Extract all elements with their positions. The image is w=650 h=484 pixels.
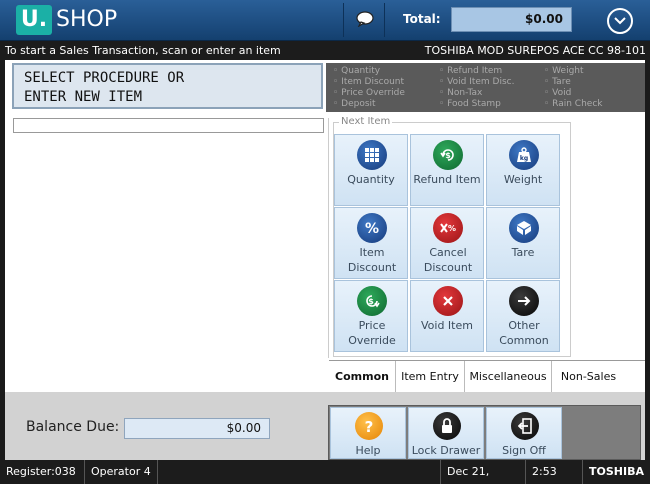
chat-button[interactable] <box>343 3 385 37</box>
logo-text: SHOP <box>56 7 118 32</box>
main-area: SELECT PROCEDURE OR ENTER NEW ITEM Quant… <box>5 60 645 392</box>
tab-miscellaneous[interactable]: Miscellaneous <box>464 361 551 392</box>
button-label: Cancel Discount <box>423 246 473 274</box>
button-label: Other Common <box>499 319 549 347</box>
menu-button[interactable] <box>607 8 633 34</box>
sign-off-icon <box>511 412 539 440</box>
button-label: Tare <box>511 246 535 259</box>
cancel-percent-icon: % <box>433 213 463 243</box>
button-label: Sign Off <box>502 444 546 457</box>
button-label: Item Discount <box>347 246 397 274</box>
refund-icon: $ <box>433 140 463 170</box>
shortcut-hints: Quantity Refund Item Weight Item Discoun… <box>326 63 645 112</box>
logo-mark: U. <box>16 5 52 35</box>
button-label: Refund Item <box>413 173 481 186</box>
button-label: Quantity <box>347 173 395 186</box>
brand-label: TOSHIBA <box>589 465 644 478</box>
lock-icon <box>433 412 461 440</box>
sign-off-button[interactable]: Sign Off <box>486 407 562 459</box>
chevron-down-icon <box>614 17 626 25</box>
total-label: Total: <box>403 12 441 26</box>
svg-text:$: $ <box>368 297 374 306</box>
action-buttons: ? Help Lock Drawer Sign Off <box>328 405 641 460</box>
svg-text:kg: kg <box>520 155 528 162</box>
svg-text:%: % <box>448 224 456 233</box>
arrow-right-icon <box>509 286 539 316</box>
quantity-button[interactable]: Quantity <box>334 134 408 206</box>
button-label: Lock Drawer <box>411 444 481 457</box>
item-discount-button[interactable]: % Item Discount <box>334 207 408 279</box>
register-number: Register:038 <box>0 460 85 484</box>
button-label: Help <box>355 444 381 457</box>
lock-drawer-button[interactable]: Lock Drawer <box>408 407 484 459</box>
hint-item: Rain Check <box>544 99 602 110</box>
next-item-label: Next Item <box>339 116 393 127</box>
question-icon: ? <box>355 412 383 440</box>
tab-non-sales[interactable]: Non-Sales <box>551 361 625 392</box>
price-override-button[interactable]: $ Price Override <box>334 280 408 352</box>
bottom-panel: Balance Due: $0.00 ? Help Lock Drawer Si… <box>5 392 645 460</box>
cancel-discount-button[interactable]: % Cancel Discount <box>410 207 484 279</box>
hint-item: Void <box>544 88 571 99</box>
tab-common[interactable]: Common <box>329 361 395 392</box>
button-label: Void Item <box>421 319 473 332</box>
prompt-line-1: SELECT PROCEDURE OR <box>24 70 185 86</box>
hint-item: Refund Item <box>439 66 502 77</box>
total-value: $0.00 <box>451 7 572 32</box>
hint-item: Void Item Disc. <box>439 77 514 88</box>
tab-item-entry[interactable]: Item Entry <box>395 361 464 392</box>
weight-button[interactable]: kg Weight <box>486 134 560 206</box>
tare-icon <box>509 213 539 243</box>
header-bar: U. SHOP Total: $0.00 <box>0 0 650 41</box>
other-common-button[interactable]: Other Common <box>486 280 560 352</box>
balance-due-value: $0.00 <box>124 418 270 439</box>
button-label: Weight <box>503 173 543 186</box>
x-icon <box>433 286 463 316</box>
chat-bubble-icon <box>356 11 374 27</box>
device-info: TOSHIBA MOD SUREPOS ACE CC 98-101 <box>424 44 646 57</box>
time: 2:53 PM <box>526 460 583 484</box>
grid-icon <box>357 140 387 170</box>
status-message: To start a Sales Transaction, scan or en… <box>5 44 281 57</box>
tab-bar: Common Item Entry Miscellaneous Non-Sale… <box>329 360 645 392</box>
hint-item: Weight <box>544 66 583 77</box>
percent-icon: % <box>357 213 387 243</box>
divider <box>328 118 329 358</box>
weight-icon: kg <box>509 140 539 170</box>
void-item-button[interactable]: Void Item <box>410 280 484 352</box>
balance-due-label: Balance Due: <box>26 419 120 435</box>
hint-item: Price Override <box>333 88 405 99</box>
hint-item: Quantity <box>333 66 380 77</box>
hint-item: Item Discount <box>333 77 404 88</box>
hint-item: Non-Tax <box>439 88 482 99</box>
svg-text:%: % <box>365 221 379 236</box>
item-entry-field[interactable] <box>13 118 324 133</box>
operator-name: Operator 4 <box>85 460 158 484</box>
hint-item: Tare <box>544 77 571 88</box>
svg-text:$: $ <box>445 151 451 160</box>
svg-text:?: ? <box>365 418 374 434</box>
price-override-icon: $ <box>357 286 387 316</box>
status-bar: To start a Sales Transaction, scan or en… <box>0 41 650 60</box>
hint-item: Deposit <box>333 99 375 110</box>
prompt-line-2: ENTER NEW ITEM <box>24 89 143 105</box>
operator-prompt: SELECT PROCEDURE OR ENTER NEW ITEM <box>12 63 323 109</box>
help-button[interactable]: ? Help <box>330 407 406 459</box>
button-label: Price Override <box>348 319 396 347</box>
hint-item: Food Stamp <box>439 99 501 110</box>
date: Dec 21, 2012 <box>440 460 526 484</box>
refund-item-button[interactable]: $ Refund Item <box>410 134 484 206</box>
tare-button[interactable]: Tare <box>486 207 560 279</box>
footer-bar: Register:038 Operator 4 Dec 21, 2012 2:5… <box>0 460 650 484</box>
